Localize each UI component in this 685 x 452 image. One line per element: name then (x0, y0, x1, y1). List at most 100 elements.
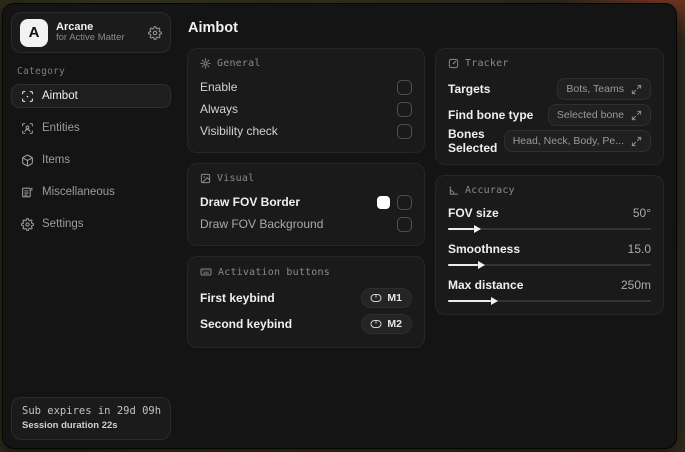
person-scan-icon (21, 122, 34, 135)
keybind-value: M2 (387, 318, 402, 330)
fov-border-color-swatch[interactable] (377, 195, 390, 209)
session-duration-text: Session duration 22s (22, 420, 118, 431)
sidebar-item-label: Items (42, 154, 71, 166)
slider-value: 250m (620, 278, 651, 292)
subscription-info-card: Sub expires in 29d 09h Session duration … (11, 397, 171, 440)
keyboard-icon (200, 266, 212, 278)
sidebar-item-settings[interactable]: Settings (11, 212, 171, 236)
radar-icon (448, 58, 459, 69)
setting-row-enable: Enable (200, 76, 412, 98)
general-panel-header: General (200, 58, 412, 69)
find-bone-type-dropdown[interactable]: Selected bone (547, 104, 651, 126)
gear-icon (21, 217, 34, 231)
setting-row-bones-selected: Bones Selected Head, Neck, Body, Pe... (448, 127, 651, 155)
setting-row-draw-fov-background: Draw FOV Background (200, 213, 412, 235)
expand-icon (631, 84, 642, 95)
image-icon (200, 173, 211, 184)
page-title: Aimbot (188, 20, 238, 36)
setting-label: Find bone type (448, 108, 534, 122)
setting-row-first-keybind: First keybind M1 (200, 285, 412, 311)
dropdown-value: Head, Neck, Body, Pe... (512, 135, 624, 147)
always-checkbox[interactable] (397, 101, 412, 117)
app-meta: Arcane for Active Matter (56, 21, 140, 45)
slider-thumb[interactable] (490, 297, 498, 305)
panel-title: Visual (217, 173, 255, 184)
keybind-value: M1 (387, 292, 402, 304)
slider-value: 50° (632, 206, 651, 220)
slider-thumb[interactable] (474, 225, 482, 233)
panel-title: Tracker (465, 58, 509, 69)
gear-icon (200, 58, 211, 69)
enable-checkbox[interactable] (397, 79, 412, 95)
accuracy-panel-header: Accuracy (448, 185, 651, 196)
visual-panel-header: Visual (200, 173, 412, 184)
setting-row-targets: Targets Bots, Teams (448, 76, 651, 102)
category-label: Category (17, 66, 66, 77)
sidebar-item-aimbot[interactable]: Aimbot (11, 84, 171, 108)
sidebar-item-items[interactable]: Items (11, 148, 171, 172)
sub-expiry-text: Sub expires in 29d 09h (22, 405, 162, 417)
setting-label: Second keybind (200, 317, 293, 331)
expand-icon (631, 110, 642, 121)
fov-size-slider[interactable] (448, 225, 651, 233)
arcane-menu-window: A Arcane for Active Matter Category Aimb… (2, 3, 677, 449)
setting-label: Visibility check (200, 124, 278, 138)
app-logo: A (20, 18, 48, 47)
sidebar-item-label: Miscellaneous (42, 186, 115, 198)
visibility-check-checkbox[interactable] (397, 123, 412, 139)
setting-label: Targets (448, 82, 491, 96)
main-content: Aimbot General Enable Always Visibility … (179, 4, 676, 448)
expand-icon (631, 136, 642, 147)
slider-thumb[interactable] (478, 261, 486, 269)
slider-label: Smoothness (448, 242, 521, 256)
gear-icon[interactable] (148, 25, 162, 40)
setting-label: Draw FOV Border (200, 195, 301, 209)
list-panel-icon (21, 186, 34, 199)
sidebar-item-entities[interactable]: Entities (11, 116, 171, 140)
sidebar: A Arcane for Active Matter Category Aimb… (3, 4, 179, 448)
sidebar-item-miscellaneous[interactable]: Miscellaneous (11, 180, 171, 204)
panel-title: General (217, 58, 261, 69)
sidebar-item-label: Settings (42, 218, 84, 230)
setting-row-visibility-check: Visibility check (200, 120, 412, 142)
general-panel: General Enable Always Visibility check (187, 48, 425, 153)
bones-selected-dropdown[interactable]: Head, Neck, Body, Pe... (503, 130, 651, 152)
targets-dropdown[interactable]: Bots, Teams (557, 78, 651, 100)
visual-panel: Visual Draw FOV Border Draw FOV Backgrou… (187, 163, 425, 246)
setting-label: First keybind (200, 291, 275, 305)
slider-label: FOV size (448, 206, 499, 220)
mouse-icon (370, 293, 382, 303)
smoothness-slider-group: Smoothness 15.0 (448, 239, 651, 269)
setting-row-always: Always (200, 98, 412, 120)
draw-fov-border-checkbox[interactable] (397, 194, 412, 210)
smoothness-slider[interactable] (448, 261, 651, 269)
setting-label: Bones Selected (448, 127, 498, 155)
dropdown-value: Bots, Teams (566, 83, 624, 95)
game-background: A Arcane for Active Matter Category Aimb… (0, 0, 685, 452)
setting-row-second-keybind: Second keybind M2 (200, 311, 412, 337)
activation-panel-header: Activation buttons (200, 266, 412, 278)
draw-fov-background-checkbox[interactable] (397, 216, 412, 232)
fov-size-slider-group: FOV size 50° (448, 203, 651, 233)
left-column: General Enable Always Visibility check V… (187, 48, 425, 348)
setting-label: Enable (200, 80, 238, 94)
app-header-card: A Arcane for Active Matter (11, 12, 171, 53)
setting-row-draw-fov-border: Draw FOV Border (200, 191, 412, 213)
setting-label: Always (200, 102, 239, 116)
max-distance-slider[interactable] (448, 297, 651, 305)
accuracy-panel: Accuracy FOV size 50° Smoothness 15.0 Ma… (435, 175, 664, 315)
first-keybind-button[interactable]: M1 (361, 288, 412, 308)
sidebar-item-label: Aimbot (42, 90, 78, 102)
cube-icon (21, 154, 34, 167)
slider-value: 15.0 (627, 242, 651, 256)
panel-title: Activation buttons (218, 266, 330, 278)
right-column: Tracker Targets Bots, Teams Find bone ty… (435, 48, 664, 315)
slider-label: Max distance (448, 278, 524, 292)
second-keybind-button[interactable]: M2 (361, 314, 412, 334)
panel-title: Accuracy (465, 185, 515, 196)
tracker-panel: Tracker Targets Bots, Teams Find bone ty… (435, 48, 664, 165)
app-subtitle: for Active Matter (56, 32, 125, 44)
angle-icon (448, 185, 459, 196)
setting-row-find-bone-type: Find bone type Selected bone (448, 102, 651, 128)
tracker-panel-header: Tracker (448, 58, 651, 69)
